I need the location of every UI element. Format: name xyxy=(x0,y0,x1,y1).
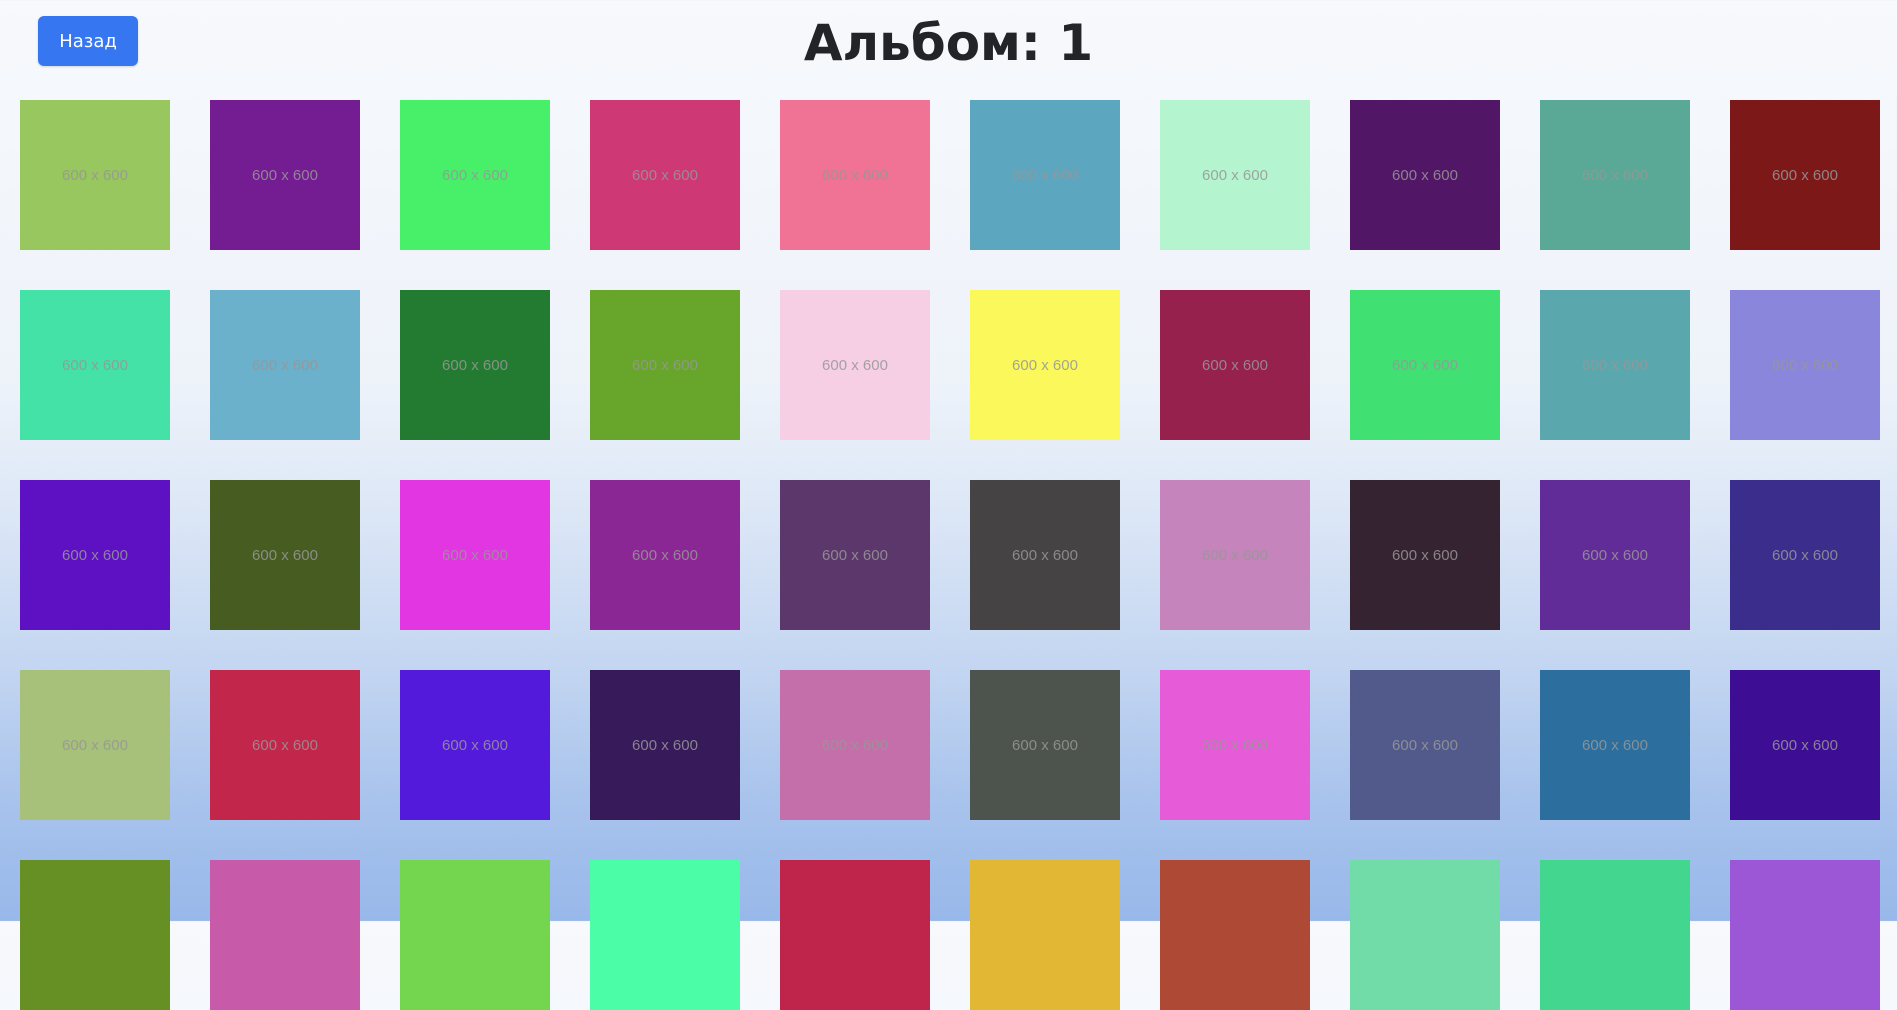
photo-size-label: 600 x 600 xyxy=(1582,166,1648,184)
photo-size-label: 600 x 600 xyxy=(632,736,698,754)
photo-size-label: 600 x 600 xyxy=(1392,356,1458,374)
photo-thumbnail[interactable] xyxy=(1160,860,1310,1010)
photo-thumbnail[interactable]: 600 x 600 xyxy=(1730,480,1880,630)
photo-thumbnail[interactable]: 600 x 600 xyxy=(780,480,930,630)
photo-thumbnail[interactable]: 600 x 600 xyxy=(970,480,1120,630)
photo-size-label: 600 x 600 xyxy=(1202,166,1268,184)
photo-thumbnail[interactable] xyxy=(210,860,360,1010)
photo-size-label: 600 x 600 xyxy=(442,166,508,184)
photo-size-label: 600 x 600 xyxy=(442,546,508,564)
photo-size-label: 600 x 600 xyxy=(252,736,318,754)
photo-size-label: 600 x 600 xyxy=(1012,736,1078,754)
photo-size-label: 600 x 600 xyxy=(1772,736,1838,754)
photo-thumbnail[interactable] xyxy=(1350,860,1500,1010)
photo-thumbnail[interactable]: 600 x 600 xyxy=(1730,670,1880,820)
photo-thumbnail[interactable] xyxy=(780,860,930,1010)
photo-thumbnail[interactable]: 600 x 600 xyxy=(1540,290,1690,440)
photo-thumbnail[interactable]: 600 x 600 xyxy=(20,290,170,440)
photo-thumbnail[interactable]: 600 x 600 xyxy=(590,480,740,630)
photo-thumbnail[interactable]: 600 x 600 xyxy=(590,100,740,250)
photo-thumbnail[interactable]: 600 x 600 xyxy=(1540,670,1690,820)
photo-thumbnail[interactable]: 600 x 600 xyxy=(400,670,550,820)
photo-size-label: 600 x 600 xyxy=(822,736,888,754)
photo-size-label: 600 x 600 xyxy=(442,736,508,754)
photo-size-label: 600 x 600 xyxy=(632,356,698,374)
photo-size-label: 600 x 600 xyxy=(822,166,888,184)
photo-thumbnail[interactable]: 600 x 600 xyxy=(20,670,170,820)
photo-size-label: 600 x 600 xyxy=(632,546,698,564)
photo-size-label: 600 x 600 xyxy=(1392,546,1458,564)
photo-size-label: 600 x 600 xyxy=(62,736,128,754)
photo-thumbnail[interactable] xyxy=(400,860,550,1010)
photo-thumbnail[interactable]: 600 x 600 xyxy=(1350,670,1500,820)
photo-size-label: 600 x 600 xyxy=(1202,546,1268,564)
photo-size-label: 600 x 600 xyxy=(1772,166,1838,184)
photo-size-label: 600 x 600 xyxy=(252,546,318,564)
photo-thumbnail[interactable]: 600 x 600 xyxy=(210,480,360,630)
photo-thumbnail[interactable]: 600 x 600 xyxy=(970,290,1120,440)
photo-thumbnail[interactable]: 600 x 600 xyxy=(1540,100,1690,250)
photo-size-label: 600 x 600 xyxy=(1772,546,1838,564)
photo-size-label: 600 x 600 xyxy=(252,356,318,374)
photo-thumbnail[interactable] xyxy=(1540,860,1690,1010)
photo-size-label: 600 x 600 xyxy=(1012,546,1078,564)
photo-thumbnail[interactable] xyxy=(970,860,1120,1010)
photo-size-label: 600 x 600 xyxy=(442,356,508,374)
photo-thumbnail[interactable]: 600 x 600 xyxy=(210,670,360,820)
photo-thumbnail[interactable]: 600 x 600 xyxy=(210,100,360,250)
photo-size-label: 600 x 600 xyxy=(822,356,888,374)
photo-size-label: 600 x 600 xyxy=(1012,166,1078,184)
photo-thumbnail[interactable]: 600 x 600 xyxy=(970,100,1120,250)
photo-thumbnail[interactable]: 600 x 600 xyxy=(400,480,550,630)
photo-thumbnail[interactable]: 600 x 600 xyxy=(780,670,930,820)
photo-thumbnail[interactable]: 600 x 600 xyxy=(1730,100,1880,250)
photo-thumbnail[interactable]: 600 x 600 xyxy=(1350,100,1500,250)
photo-thumbnail[interactable]: 600 x 600 xyxy=(1160,100,1310,250)
photo-thumbnail[interactable]: 600 x 600 xyxy=(1160,290,1310,440)
photo-thumbnail[interactable]: 600 x 600 xyxy=(1350,480,1500,630)
photo-thumbnail[interactable]: 600 x 600 xyxy=(1350,290,1500,440)
photo-thumbnail[interactable]: 600 x 600 xyxy=(20,480,170,630)
photo-size-label: 600 x 600 xyxy=(1202,356,1268,374)
photo-size-label: 600 x 600 xyxy=(632,166,698,184)
photo-size-label: 600 x 600 xyxy=(1012,356,1078,374)
page-title: Альбом: 1 xyxy=(803,14,1094,72)
photo-size-label: 600 x 600 xyxy=(1392,166,1458,184)
photo-thumbnail[interactable]: 600 x 600 xyxy=(1540,480,1690,630)
photo-size-label: 600 x 600 xyxy=(1202,736,1268,754)
photo-size-label: 600 x 600 xyxy=(1582,356,1648,374)
photo-thumbnail[interactable]: 600 x 600 xyxy=(20,100,170,250)
photo-size-label: 600 x 600 xyxy=(1582,546,1648,564)
photo-size-label: 600 x 600 xyxy=(252,166,318,184)
photo-thumbnail[interactable]: 600 x 600 xyxy=(210,290,360,440)
photo-size-label: 600 x 600 xyxy=(62,166,128,184)
photo-thumbnail[interactable]: 600 x 600 xyxy=(970,670,1120,820)
photo-thumbnail[interactable]: 600 x 600 xyxy=(780,100,930,250)
photo-thumbnail[interactable]: 600 x 600 xyxy=(1160,480,1310,630)
photo-thumbnail[interactable] xyxy=(590,860,740,1010)
photo-grid: 600 x 600 600 x 600 600 x 600 600 x 600 600 … xyxy=(20,100,1880,1010)
photo-thumbnail[interactable]: 600 x 600 xyxy=(590,670,740,820)
photo-thumbnail[interactable]: 600 x 600 xyxy=(400,100,550,250)
photo-size-label: 600 x 600 xyxy=(822,546,888,564)
photo-thumbnail[interactable]: 600 x 600 xyxy=(400,290,550,440)
photo-thumbnail[interactable]: 600 x 600 xyxy=(590,290,740,440)
photo-thumbnail[interactable] xyxy=(1730,860,1880,1010)
photo-size-label: 600 x 600 xyxy=(1392,736,1458,754)
photo-size-label: 600 x 600 xyxy=(62,546,128,564)
photo-size-label: 600 x 600 xyxy=(1772,356,1838,374)
photo-size-label: 600 x 600 xyxy=(1582,736,1648,754)
photo-thumbnail[interactable]: 600 x 600 xyxy=(780,290,930,440)
photo-thumbnail[interactable]: 600 x 600 xyxy=(1160,670,1310,820)
photo-thumbnail[interactable]: 600 x 600 xyxy=(1730,290,1880,440)
photo-thumbnail[interactable] xyxy=(20,860,170,1010)
photo-size-label: 600 x 600 xyxy=(62,356,128,374)
header: Назад Альбом: 1 xyxy=(0,0,1897,90)
